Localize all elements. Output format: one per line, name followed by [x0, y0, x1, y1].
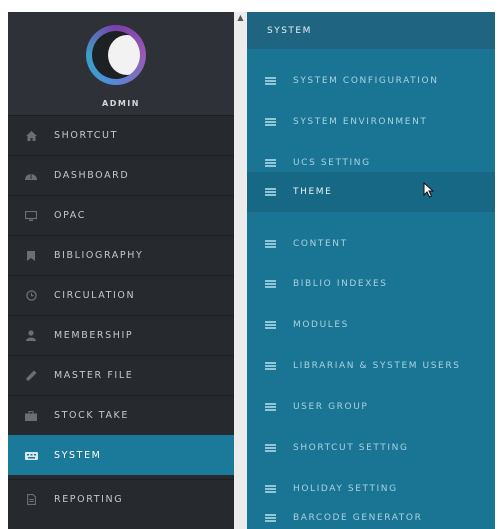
hamburger-icon	[247, 485, 293, 493]
user-name: ADMIN	[102, 99, 140, 108]
profile-panel: ADMIN	[8, 12, 234, 115]
submenu-item-label: USER GROUP	[293, 402, 369, 412]
keyboard-icon	[8, 451, 54, 460]
submenu-item-label: MODULES	[293, 320, 349, 330]
mouse-cursor-icon	[423, 182, 435, 198]
home-icon	[8, 130, 54, 141]
submenu-item-barcode-generator[interactable]: BARCODE GENERATOR	[247, 498, 495, 529]
avatar-inner	[92, 31, 140, 79]
submenu-item-label: THEME	[293, 187, 333, 197]
submenu-item-theme[interactable]: THEME	[247, 172, 495, 212]
sidebar-item-reporting[interactable]: REPORTING	[8, 479, 234, 519]
user-icon	[8, 330, 54, 341]
sidebar-item-label: REPORTING	[54, 494, 124, 505]
submenu-item-librarian-system-users[interactable]: LIBRARIAN & SYSTEM USERS	[247, 346, 495, 386]
submenu-item-content[interactable]: CONTENT	[247, 224, 495, 264]
submenu-item-label: SYSTEM ENVIRONMENT	[293, 117, 428, 127]
pencil-icon	[8, 370, 54, 381]
submenu-item-modules[interactable]: MODULES	[247, 305, 495, 345]
bookmark-icon	[8, 250, 54, 261]
submenu-item-system-environment[interactable]: SYSTEM ENVIRONMENT	[247, 102, 495, 142]
hamburger-icon	[247, 188, 293, 196]
sidebar-item-master-file[interactable]: MASTER FILE	[8, 355, 234, 395]
hamburger-icon	[247, 514, 293, 522]
submenu-item-biblio-indexes[interactable]: BIBLIO INDEXES	[247, 264, 495, 304]
scroll-up-arrow-icon[interactable]: ▲	[234, 12, 247, 24]
submenu-item-label: BARCODE GENERATOR	[293, 513, 423, 523]
hamburger-icon	[247, 280, 293, 288]
system-submenu: SYSTEM SYSTEM CONFIGURATION SYSTEM ENVIR…	[247, 12, 495, 529]
sidebar-item-shortcut[interactable]: SHORTCUT	[8, 115, 234, 155]
submenu-item-shortcut-setting[interactable]: SHORTCUT SETTING	[247, 428, 495, 468]
sidebar-item-label: SYSTEM	[54, 450, 102, 461]
monitor-icon	[8, 210, 54, 221]
hamburger-icon	[247, 159, 293, 167]
sidebar-item-label: OPAC	[54, 210, 86, 221]
submenu-item-system-configuration[interactable]: SYSTEM CONFIGURATION	[247, 61, 495, 101]
sidebar-item-stock-take[interactable]: STOCK TAKE	[8, 395, 234, 435]
sidebar-item-label: DASHBOARD	[54, 170, 130, 181]
sidebar-scrollbar[interactable]: ▲	[234, 12, 247, 529]
submenu-item-label: CONTENT	[293, 239, 348, 249]
hamburger-icon	[247, 118, 293, 126]
submenu-item-label: BIBLIO INDEXES	[293, 279, 388, 289]
sidebar-item-label: BIBLIOGRAPHY	[54, 250, 144, 261]
clock-icon	[8, 290, 54, 301]
submenu-header: SYSTEM	[247, 12, 495, 49]
sidebar-item-circulation[interactable]: CIRCULATION	[8, 275, 234, 315]
sidebar-item-dashboard[interactable]: DASHBOARD	[8, 155, 234, 195]
dashboard-icon	[8, 171, 54, 180]
sidebar-item-label: STOCK TAKE	[54, 410, 129, 421]
sidebar-item-label: MASTER FILE	[54, 370, 134, 381]
hamburger-icon	[247, 240, 293, 248]
hamburger-icon	[247, 403, 293, 411]
sidebar-item-label: MEMBERSHIP	[54, 330, 134, 341]
sidebar-item-membership[interactable]: MEMBERSHIP	[8, 315, 234, 355]
sidebar-item-label: CIRCULATION	[54, 290, 136, 301]
submenu-item-label: HOLIDAY SETTING	[293, 484, 398, 494]
sidebar: ADMIN SHORTCUT DASHBOARD OPAC BIBLIOGRAP…	[8, 12, 234, 529]
briefcase-icon	[8, 410, 54, 421]
hamburger-icon	[247, 362, 293, 370]
avatar[interactable]	[86, 25, 146, 85]
sidebar-item-bibliography[interactable]: BIBLIOGRAPHY	[8, 235, 234, 275]
sidebar-item-system[interactable]: SYSTEM	[8, 435, 234, 475]
hamburger-icon	[247, 77, 293, 85]
submenu-item-label: UCS SETTING	[293, 158, 371, 168]
sidebar-item-opac[interactable]: OPAC	[8, 195, 234, 235]
sidebar-item-label: SHORTCUT	[54, 130, 118, 141]
submenu-item-label: SYSTEM CONFIGURATION	[293, 76, 439, 86]
file-icon	[8, 494, 54, 505]
avatar-crescent	[108, 35, 140, 75]
hamburger-icon	[247, 444, 293, 452]
submenu-item-user-group[interactable]: USER GROUP	[247, 387, 495, 427]
submenu-item-label: LIBRARIAN & SYSTEM USERS	[293, 361, 461, 371]
hamburger-icon	[247, 321, 293, 329]
submenu-item-label: SHORTCUT SETTING	[293, 443, 409, 453]
